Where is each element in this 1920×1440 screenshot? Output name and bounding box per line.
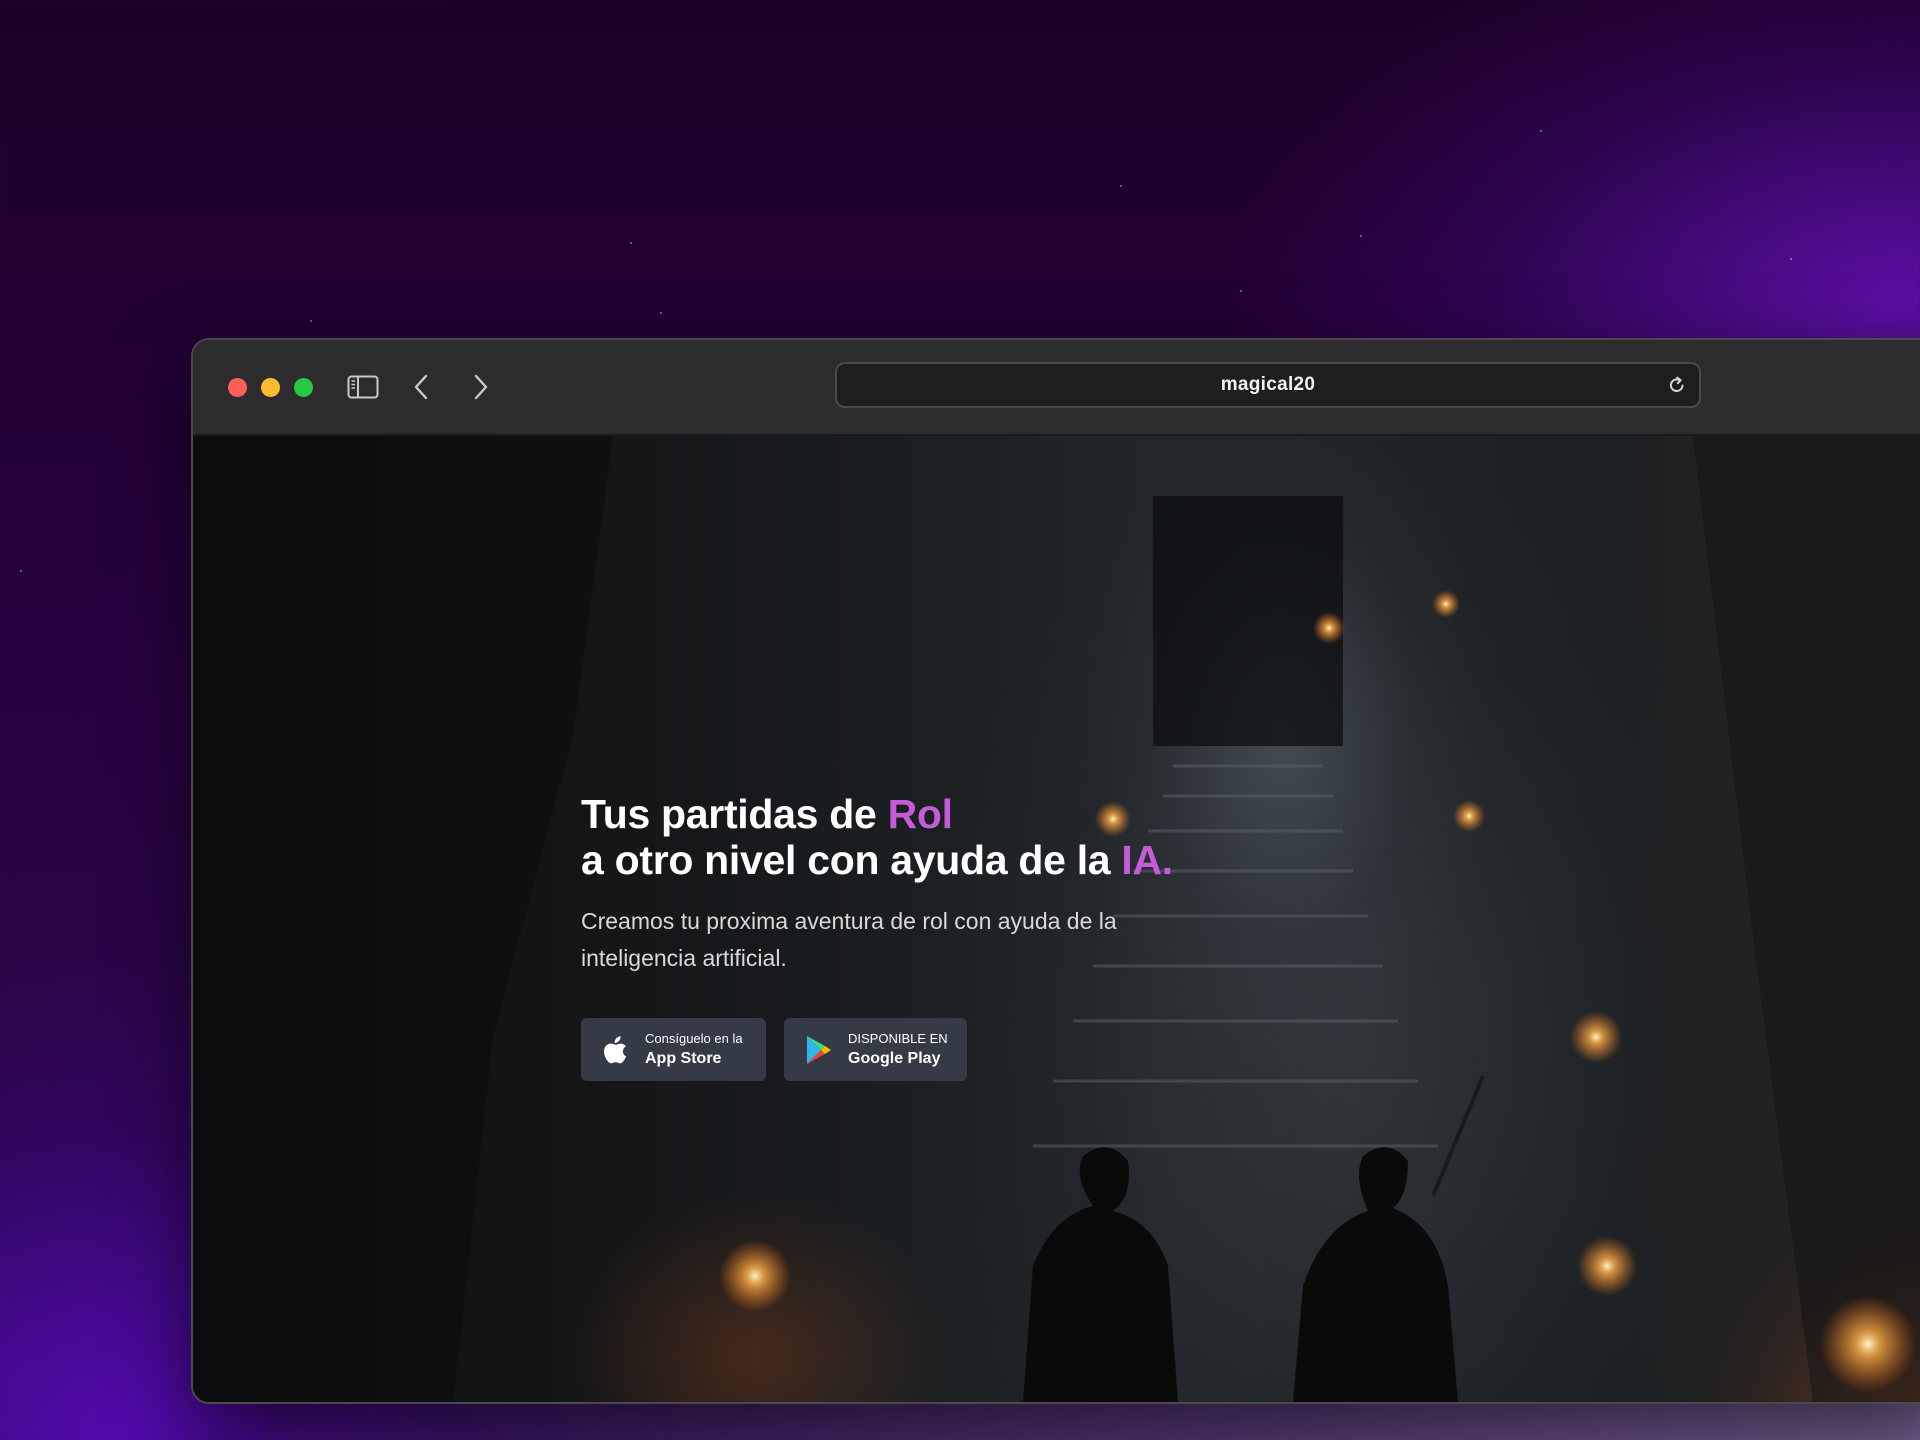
headline-accent-rol: Rol [887, 791, 953, 837]
app-store-button[interactable]: Consíguelo en la App Store [581, 1018, 766, 1081]
star [1540, 130, 1542, 132]
app-store-text: Consíguelo en la App Store [645, 1031, 743, 1069]
sidebar-icon[interactable] [345, 368, 381, 406]
star [1790, 258, 1792, 260]
url-text: magical20 [1220, 374, 1316, 395]
hero-headline: Tus partidas de Rol a otro nivel con ayu… [581, 791, 1281, 883]
reload-icon[interactable] [1667, 375, 1687, 395]
page-viewport: Tus partidas de Rol a otro nivel con ayu… [193, 436, 1920, 1402]
apple-icon [601, 1034, 631, 1066]
star [20, 570, 22, 572]
maximize-window-button[interactable] [294, 378, 313, 397]
headline-line2-text: a otro nivel con ayuda de la [581, 837, 1122, 883]
forward-arrow-icon[interactable] [463, 368, 499, 406]
hero-section: Tus partidas de Rol a otro nivel con ayu… [581, 791, 1281, 1081]
back-arrow-icon[interactable] [403, 368, 439, 406]
google-play-small-label: DISPONIBLE EN [848, 1030, 948, 1046]
star [1360, 235, 1362, 237]
star [310, 320, 312, 322]
store-buttons: Consíguelo en la App Store DISPONIBLE EN… [581, 1018, 967, 1081]
browser-toolbar: magical20 [193, 340, 1920, 436]
headline-line2: a otro nivel con ayuda de la IA. [581, 837, 1173, 883]
close-window-button[interactable] [228, 378, 247, 397]
bottom-glow [260, 1400, 1920, 1440]
google-play-button[interactable]: DISPONIBLE EN Google Play [784, 1018, 967, 1081]
headline-line1: Tus partidas de Rol [581, 791, 953, 837]
browser-window: magical20 Tus partidas de Rol a otro niv… [193, 340, 1920, 1402]
minimize-window-button[interactable] [261, 378, 280, 397]
headline-line1-text: Tus partidas de [581, 791, 888, 837]
app-store-big-label: App Store [645, 1049, 722, 1067]
hero-subtitle: Creamos tu proxima aventura de rol con a… [581, 908, 1117, 971]
star [1240, 290, 1242, 292]
app-store-small-label: Consíguelo en la [645, 1030, 743, 1046]
google-play-text: DISPONIBLE EN Google Play [848, 1031, 948, 1069]
google-play-big-label: Google Play [848, 1049, 941, 1067]
star [660, 312, 662, 314]
headline-accent-ia: IA. [1121, 837, 1173, 883]
star [1120, 185, 1122, 187]
google-play-icon [804, 1034, 834, 1066]
star [630, 242, 632, 244]
address-bar[interactable]: magical20 [835, 362, 1701, 408]
